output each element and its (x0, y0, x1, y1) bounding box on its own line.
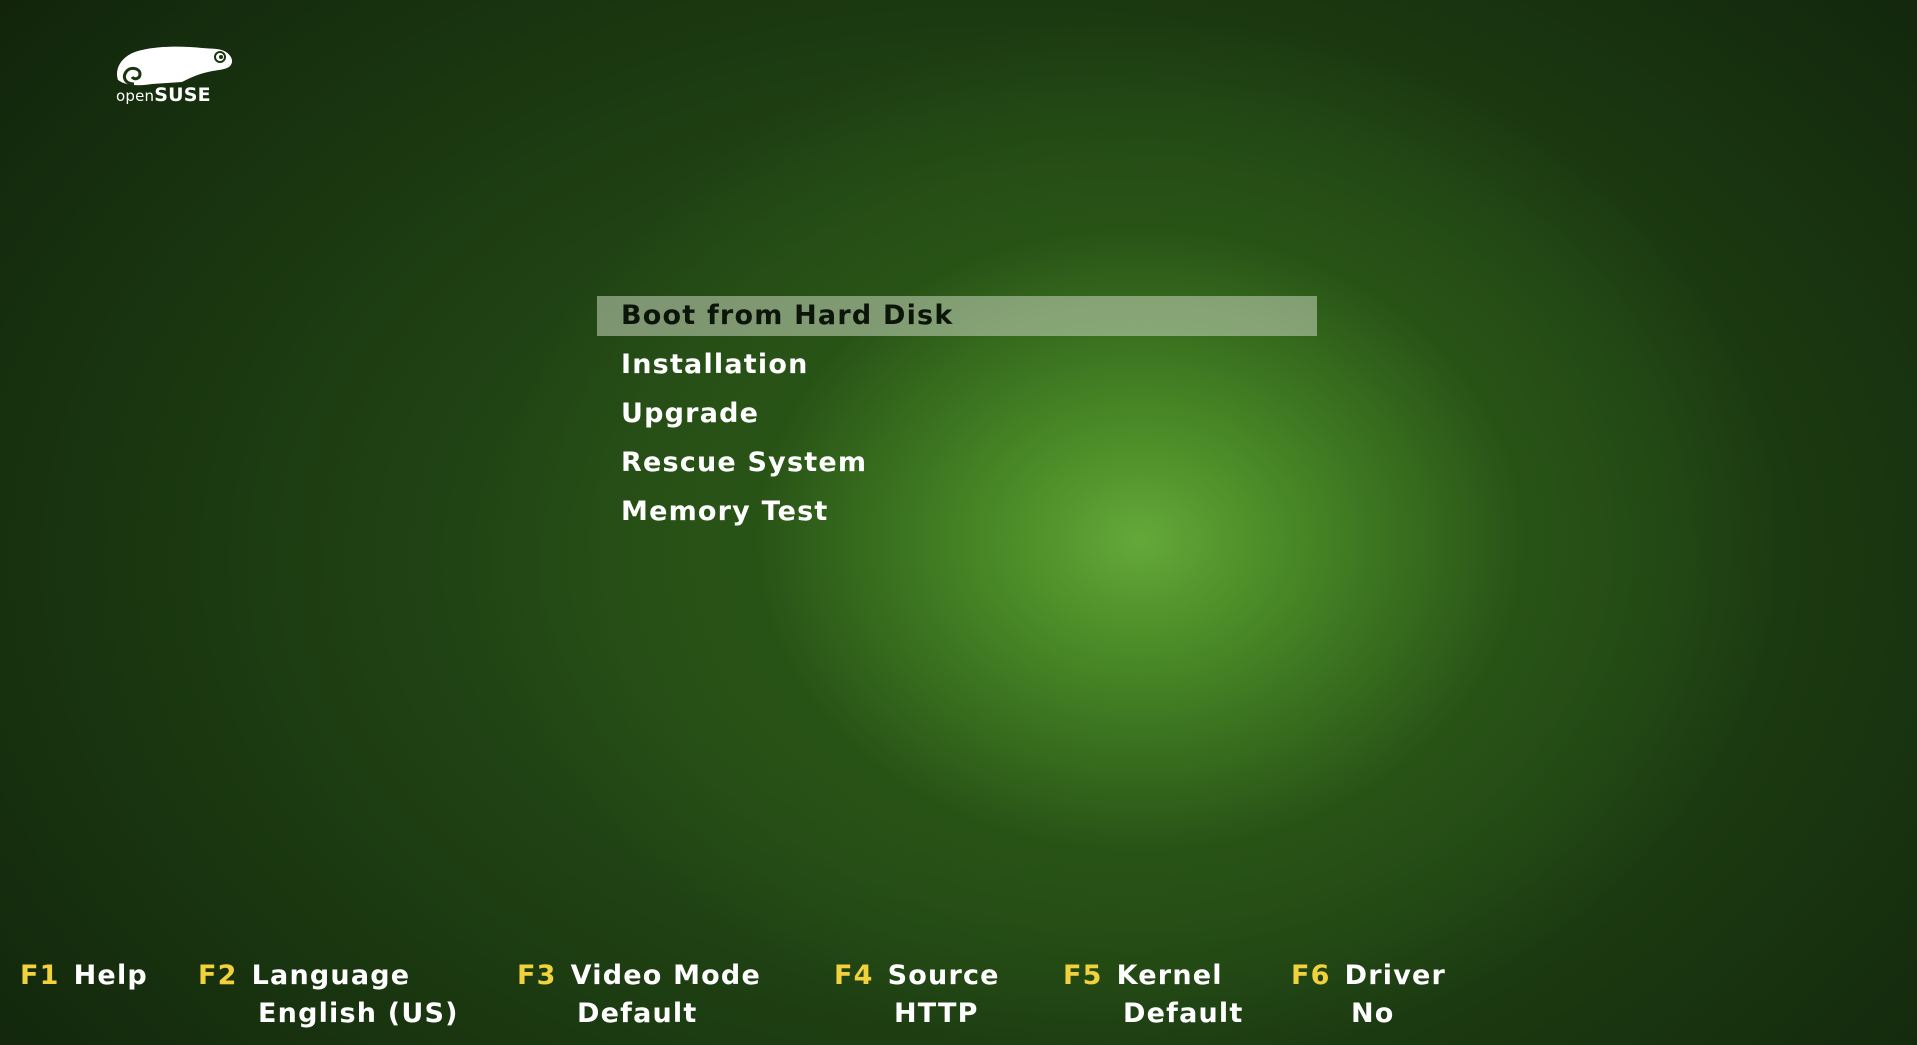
fkey-video-mode-key: F3 (517, 960, 557, 991)
fkey-language-label: Language (251, 960, 411, 991)
fkey-driver-label: Driver (1344, 960, 1447, 991)
logo-text-open: open (116, 87, 155, 105)
menu-item-installation[interactable]: Installation (597, 345, 1317, 385)
fkey-video-mode-value: Default (577, 998, 698, 1029)
fkey-source-key: F4 (834, 960, 874, 991)
fkey-driver-value: No (1351, 998, 1395, 1029)
menu-item-rescue-system[interactable]: Rescue System (597, 443, 1317, 483)
fkey-kernel-key: F5 (1063, 960, 1103, 991)
menu-item-boot-from-hard-disk[interactable]: Boot from Hard Disk (597, 296, 1317, 336)
fkey-kernel[interactable]: F5 Kernel (1063, 960, 1223, 991)
menu-item-upgrade[interactable]: Upgrade (597, 394, 1317, 434)
fkey-video-mode-label: Video Mode (570, 960, 761, 991)
fkey-kernel-label: Kernel (1116, 960, 1223, 991)
fkey-kernel-value: Default (1123, 998, 1244, 1029)
fkey-driver[interactable]: F6 Driver (1291, 960, 1446, 991)
logo-text-suse: SUSE (154, 84, 211, 106)
fkey-language-value: English (US) (258, 998, 459, 1029)
fkey-help-key: F1 (20, 960, 60, 991)
opensuse-logo: openSUSE (112, 44, 242, 114)
fkey-driver-key: F6 (1291, 960, 1331, 991)
fkey-source-label: Source (887, 960, 1000, 991)
fkey-language-key: F2 (198, 960, 238, 991)
fkey-source-value: HTTP (894, 998, 979, 1029)
logo-text: openSUSE (116, 84, 211, 106)
fkey-help[interactable]: F1 Help (20, 960, 148, 991)
menu-item-memory-test[interactable]: Memory Test (597, 492, 1317, 532)
boot-menu: Boot from Hard Disk Installation Upgrade… (597, 296, 1317, 541)
fkey-video-mode[interactable]: F3 Video Mode (517, 960, 761, 991)
function-key-bar: F1 Help F2 Language English (US) F3 Video M… (0, 960, 1917, 1040)
fkey-source[interactable]: F4 Source (834, 960, 1000, 991)
fkey-language[interactable]: F2 Language (198, 960, 410, 991)
fkey-help-label: Help (73, 960, 148, 991)
